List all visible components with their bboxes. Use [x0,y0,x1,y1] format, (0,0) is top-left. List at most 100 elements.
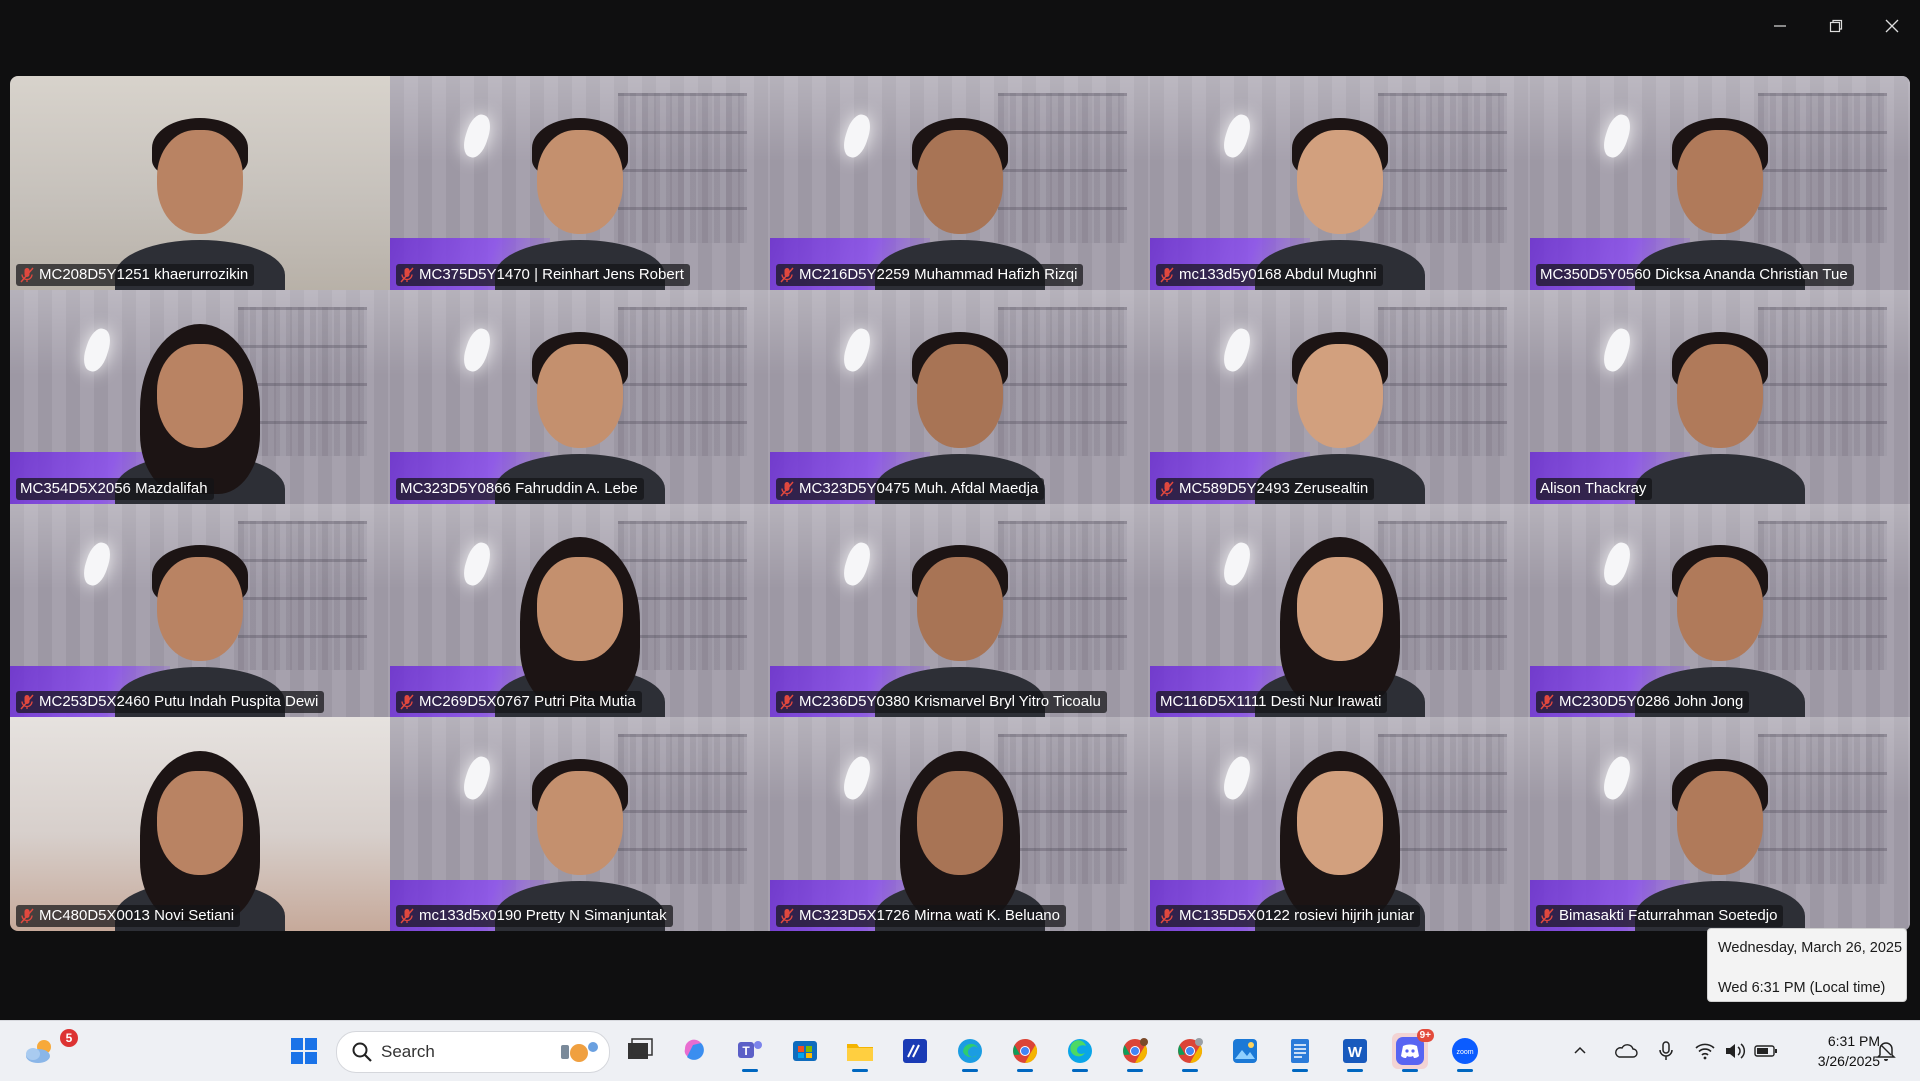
participant-video-tile[interactable]: MC269D5X0767 Putri Pita Mutia [390,503,770,718]
running-indicator [1457,1069,1473,1072]
start-button[interactable] [286,1033,322,1069]
participant-video-feed [115,100,285,290]
edge-beta-icon [1068,1039,1092,1063]
minimize-button[interactable] [1752,0,1808,52]
participant-video-tile[interactable]: MC323D5Y0475 Muh. Afdal Maedja [770,289,1150,504]
participant-name: Alison Thackray [1540,479,1647,497]
taskbar-app-button[interactable] [1117,1033,1153,1072]
running-indicator [1072,1069,1088,1072]
battery-icon[interactable] [1754,1044,1778,1058]
chevron-up-icon[interactable] [1572,1043,1588,1059]
taskbar-app-button[interactable] [897,1033,933,1069]
participant-video-tile[interactable]: MC480D5X0013 Novi Setiani [10,717,390,931]
participant-video-feed [1635,741,1805,931]
notepad-icon [1291,1039,1309,1063]
participant-video-tile[interactable]: MC375D5Y1470 | Reinhart Jens Robert [390,76,770,290]
participant-video-tile[interactable]: mc133d5x0190 Pretty N Simanjuntak [390,717,770,931]
participant-video-tile[interactable]: Bimasakti Faturrahman Soetedjo [1530,717,1910,931]
participant-video-tile[interactable]: MC116D5X1111 Desti Nur Irawati [1150,503,1530,718]
taskbar-app-button[interactable] [787,1033,823,1069]
clock-time: 6:31 PM [1827,1033,1880,1049]
running-indicator [1347,1069,1363,1072]
participant-video-feed [875,741,1045,931]
taskbar-app-button[interactable] [1062,1033,1098,1072]
video-gallery-grid: MC208D5Y1251 khaerurrozikin MC375D5Y1470 … [10,76,1910,931]
participant-video-feed [1255,100,1425,290]
participant-name-label: MC323D5Y0866 Fahruddin A. Lebe [396,477,644,500]
participant-name-label: MC269D5X0767 Putri Pita Mutia [396,691,642,714]
zoom-icon: zoom [1452,1038,1478,1064]
taskbar-app-button[interactable] [1282,1033,1318,1072]
participant-video-feed [115,527,285,718]
system-tray [1572,1021,1778,1081]
svg-text:T: T [742,1044,750,1058]
task-view-icon [628,1038,653,1059]
taskbar-app-button[interactable]: zoom [1447,1033,1483,1072]
participant-video-tile[interactable]: MC589D5Y2493 Zerusealtin [1150,289,1530,504]
taskbar-app-button[interactable]: W [1337,1033,1373,1072]
running-indicator [1402,1069,1418,1072]
participant-video-tile[interactable]: MC135D5X0122 rosievi hijrih juniar [1150,717,1530,931]
participant-name: MC480D5X0013 Novi Setiani [39,907,235,924]
participant-video-feed [115,741,285,931]
muted-microphone-icon [20,267,34,283]
participant-video-tile[interactable]: MC236D5Y0380 Krismarvel Bryl Yitro Ticoa… [770,503,1150,718]
taskbar-app-button[interactable] [1172,1033,1208,1072]
participant-name: MC253D5X2460 Putu Indah Puspita Dewi [39,693,319,711]
clock-date: 3/26/2025 [1817,1053,1880,1069]
participant-video-tile[interactable]: Alison Thackray [1530,289,1910,504]
app-icon [903,1039,927,1063]
microphone-icon[interactable] [1658,1040,1674,1062]
running-indicator [852,1069,868,1072]
restore-button[interactable] [1808,0,1864,52]
participant-video-tile[interactable]: MC354D5X2056 Mazdalifah [10,289,390,504]
participant-video-feed [875,314,1045,504]
participant-video-tile[interactable]: MC216D5Y2259 Muhammad Hafizh Rizqi [770,76,1150,290]
volume-icon[interactable] [1724,1042,1746,1060]
muted-microphone-icon [1160,908,1174,924]
chrome-profile-icon [1123,1038,1148,1063]
participant-video-feed [495,527,665,718]
notification-bell-icon[interactable] [1876,1040,1896,1062]
taskbar-app-button[interactable]: 9+ [1392,1029,1434,1072]
edge-icon [958,1039,982,1063]
participant-video-tile[interactable]: MC208D5Y1251 khaerurrozikin [10,76,390,290]
participant-video-tile[interactable]: MC230D5Y0286 John Jong [1530,503,1910,718]
taskbar-app-button[interactable] [842,1033,878,1072]
date-tooltip-local-time: Wed 6:31 PM (Local time) [1718,980,1886,996]
date-tooltip-full-date: Wednesday, March 26, 2025 [1718,940,1903,956]
participant-video-feed [1635,100,1805,290]
participant-video-tile[interactable]: MC350D5Y0560 Dicksa Ananda Christian Tue [1530,76,1910,290]
participant-name-label: MC323D5X1726 Mirna wati K. Beluano [776,905,1066,927]
participant-name: MC269D5X0767 Putri Pita Mutia [419,693,636,711]
wifi-icon[interactable] [1694,1042,1716,1060]
participant-name-label: MC350D5Y0560 Dicksa Ananda Christian Tue [1536,263,1854,286]
close-button[interactable] [1864,0,1920,52]
participant-video-feed [115,314,285,504]
svg-text:W: W [1348,1044,1363,1061]
taskbar-app-button[interactable] [1007,1033,1043,1072]
weather-widget[interactable]: 5 [22,1029,78,1069]
muted-microphone-icon [1160,267,1174,283]
participant-video-tile[interactable]: mc133d5y0168 Abdul Mughni [1150,76,1530,290]
taskbar-app-button[interactable] [677,1033,713,1069]
participant-name: MC116D5X1111 Desti Nur Irawati [1160,693,1382,711]
taskbar-app-button[interactable] [952,1033,988,1072]
taskbar-clock[interactable]: 6:31 PM 3/26/2025 [1790,1031,1880,1071]
participant-video-tile[interactable]: MC323D5X1726 Mirna wati K. Beluano [770,717,1150,931]
participant-video-tile[interactable]: MC253D5X2460 Putu Indah Puspita Dewi [10,503,390,718]
participant-name-label: mc133d5x0190 Pretty N Simanjuntak [396,905,673,927]
taskbar-app-button[interactable]: T [732,1033,768,1072]
chrome-profile-2-icon [1178,1038,1203,1063]
running-indicator [1292,1069,1308,1072]
taskbar-app-button[interactable] [622,1033,658,1069]
close-icon [1885,19,1899,33]
date-tooltip: Wednesday, March 26, 2025 Wed 6:31 PM (L… [1707,928,1907,1002]
taskbar-search-box[interactable]: Search [336,1031,610,1073]
svg-text:zoom: zoom [1456,1049,1473,1056]
participant-name-label: MC375D5Y1470 | Reinhart Jens Robert [396,263,690,286]
taskbar-app-button[interactable] [1227,1033,1263,1069]
participant-video-tile[interactable]: MC323D5Y0866 Fahruddin A. Lebe [390,289,770,504]
muted-microphone-icon [780,694,794,710]
onedrive-icon[interactable] [1614,1042,1638,1060]
